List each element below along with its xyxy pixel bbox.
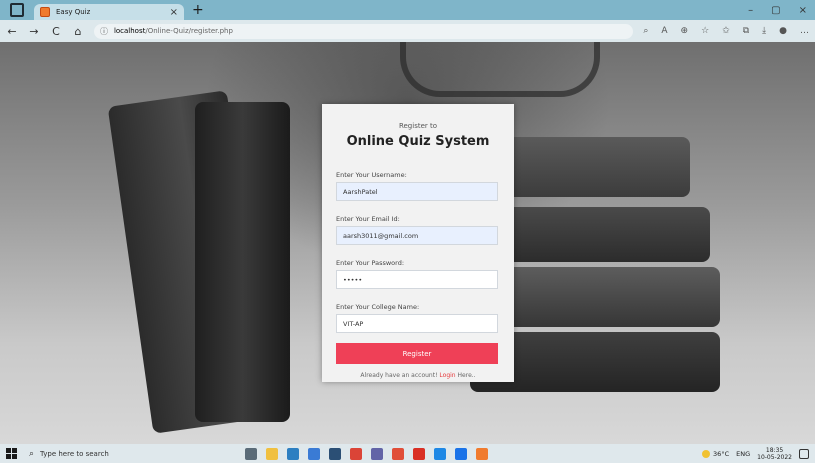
login-prefix: Already have an account! [360, 372, 438, 379]
register-card: Register to Online Quiz System Enter You… [322, 104, 514, 382]
weather-widget[interactable]: 36°C [702, 449, 730, 458]
favorites-icon[interactable]: ✩ [722, 26, 730, 36]
taskbar-search-placeholder: Type here to search [40, 449, 109, 458]
back-button[interactable]: ← [6, 25, 18, 38]
pinned-apps [245, 447, 488, 460]
login-prompt: Already have an account! Login Here.. [336, 372, 500, 379]
login-suffix: Here.. [457, 372, 476, 379]
language-indicator[interactable]: ENG [736, 450, 750, 458]
chrome-icon[interactable] [455, 447, 467, 460]
search-icon[interactable]: ⌕ [643, 26, 648, 36]
password-label: Enter Your Password: [336, 259, 405, 267]
vscode-icon[interactable] [329, 447, 341, 460]
clock-date: 10-05-2022 [757, 453, 792, 461]
email-input[interactable]: aarsh3011@gmail.com [336, 226, 498, 245]
zoom-icon[interactable]: ⊕ [681, 26, 689, 36]
clock-time: 18:35 [765, 446, 784, 454]
quiz-app-icon[interactable] [476, 447, 488, 460]
windows-taskbar: ⌕ Type here to search 36°C ENG 18:35 10-… [0, 444, 815, 463]
collections-icon[interactable]: ⧉ [743, 26, 749, 36]
notification-icon[interactable] [799, 448, 809, 459]
password-input[interactable]: ••••• [336, 270, 498, 289]
teams-icon[interactable] [371, 447, 383, 460]
register-button[interactable]: Register [336, 343, 498, 364]
store-icon[interactable] [308, 447, 320, 460]
email-label: Enter Your Email Id: [336, 215, 400, 223]
username-label: Enter Your Username: [336, 171, 407, 179]
windows-start-icon[interactable] [6, 448, 17, 459]
system-tray: 36°C ENG 18:35 10-05-2022 [702, 447, 809, 461]
browser-tab[interactable]: Easy Quiz × [34, 4, 184, 20]
tab-close-icon[interactable]: × [170, 7, 178, 18]
refresh-button[interactable]: C [50, 25, 62, 38]
address-bar[interactable]: ⓘ localhost/Online-Quiz/register.php [93, 23, 634, 39]
close-button[interactable]: × [799, 5, 807, 16]
home-button[interactable]: ⌂ [72, 25, 84, 38]
card-title: Online Quiz System [346, 134, 490, 149]
app-icon[interactable] [392, 447, 404, 460]
new-tab-button[interactable]: + [192, 2, 204, 18]
login-link[interactable]: Login [439, 372, 455, 379]
username-input[interactable]: AarshPatel [336, 182, 498, 201]
browser-titlebar: Easy Quiz × + – ▢ × [0, 0, 815, 20]
sun-icon [702, 449, 711, 458]
address-toolbar: ← → C ⌂ ⓘ localhost/Online-Quiz/register… [0, 20, 815, 42]
favorite-icon[interactable]: ☆ [701, 26, 709, 36]
url-host: localhost [113, 27, 146, 35]
glasses-shape [400, 42, 600, 97]
maximize-button[interactable]: ▢ [771, 5, 780, 16]
app-icon[interactable] [434, 447, 446, 460]
chrome-icon[interactable] [350, 447, 362, 460]
more-icon[interactable]: … [800, 26, 809, 36]
url-text[interactable]: localhost/Online-Quiz/register.php [114, 27, 233, 35]
book-shape [195, 102, 290, 422]
quiz-favicon-icon [40, 7, 50, 17]
college-label: Enter Your College Name: [336, 303, 420, 311]
tab-title: Easy Quiz [56, 8, 91, 16]
clock[interactable]: 18:35 10-05-2022 [757, 447, 792, 461]
downloads-icon[interactable]: ⤓ [762, 26, 766, 36]
card-subtitle: Register to [398, 122, 438, 130]
profile-icon[interactable]: ● [779, 26, 787, 36]
search-icon: ⌕ [29, 448, 35, 459]
temperature: 36°C [713, 449, 730, 458]
file-explorer-icon[interactable] [266, 447, 278, 460]
forward-button[interactable]: → [28, 25, 40, 38]
site-info-icon[interactable]: ⓘ [100, 26, 108, 37]
task-view-icon[interactable] [245, 447, 257, 460]
read-aloud-icon[interactable]: A [661, 26, 667, 36]
taskbar-search[interactable]: ⌕ Type here to search [25, 446, 215, 461]
edge-icon[interactable] [287, 447, 299, 460]
chrome-icon[interactable] [413, 447, 425, 460]
tab-actions-icon[interactable] [10, 3, 24, 17]
url-path: /Online-Quiz/register.php [145, 27, 233, 35]
minimize-button[interactable]: – [748, 5, 753, 16]
college-input[interactable]: VIT-AP [336, 314, 498, 333]
